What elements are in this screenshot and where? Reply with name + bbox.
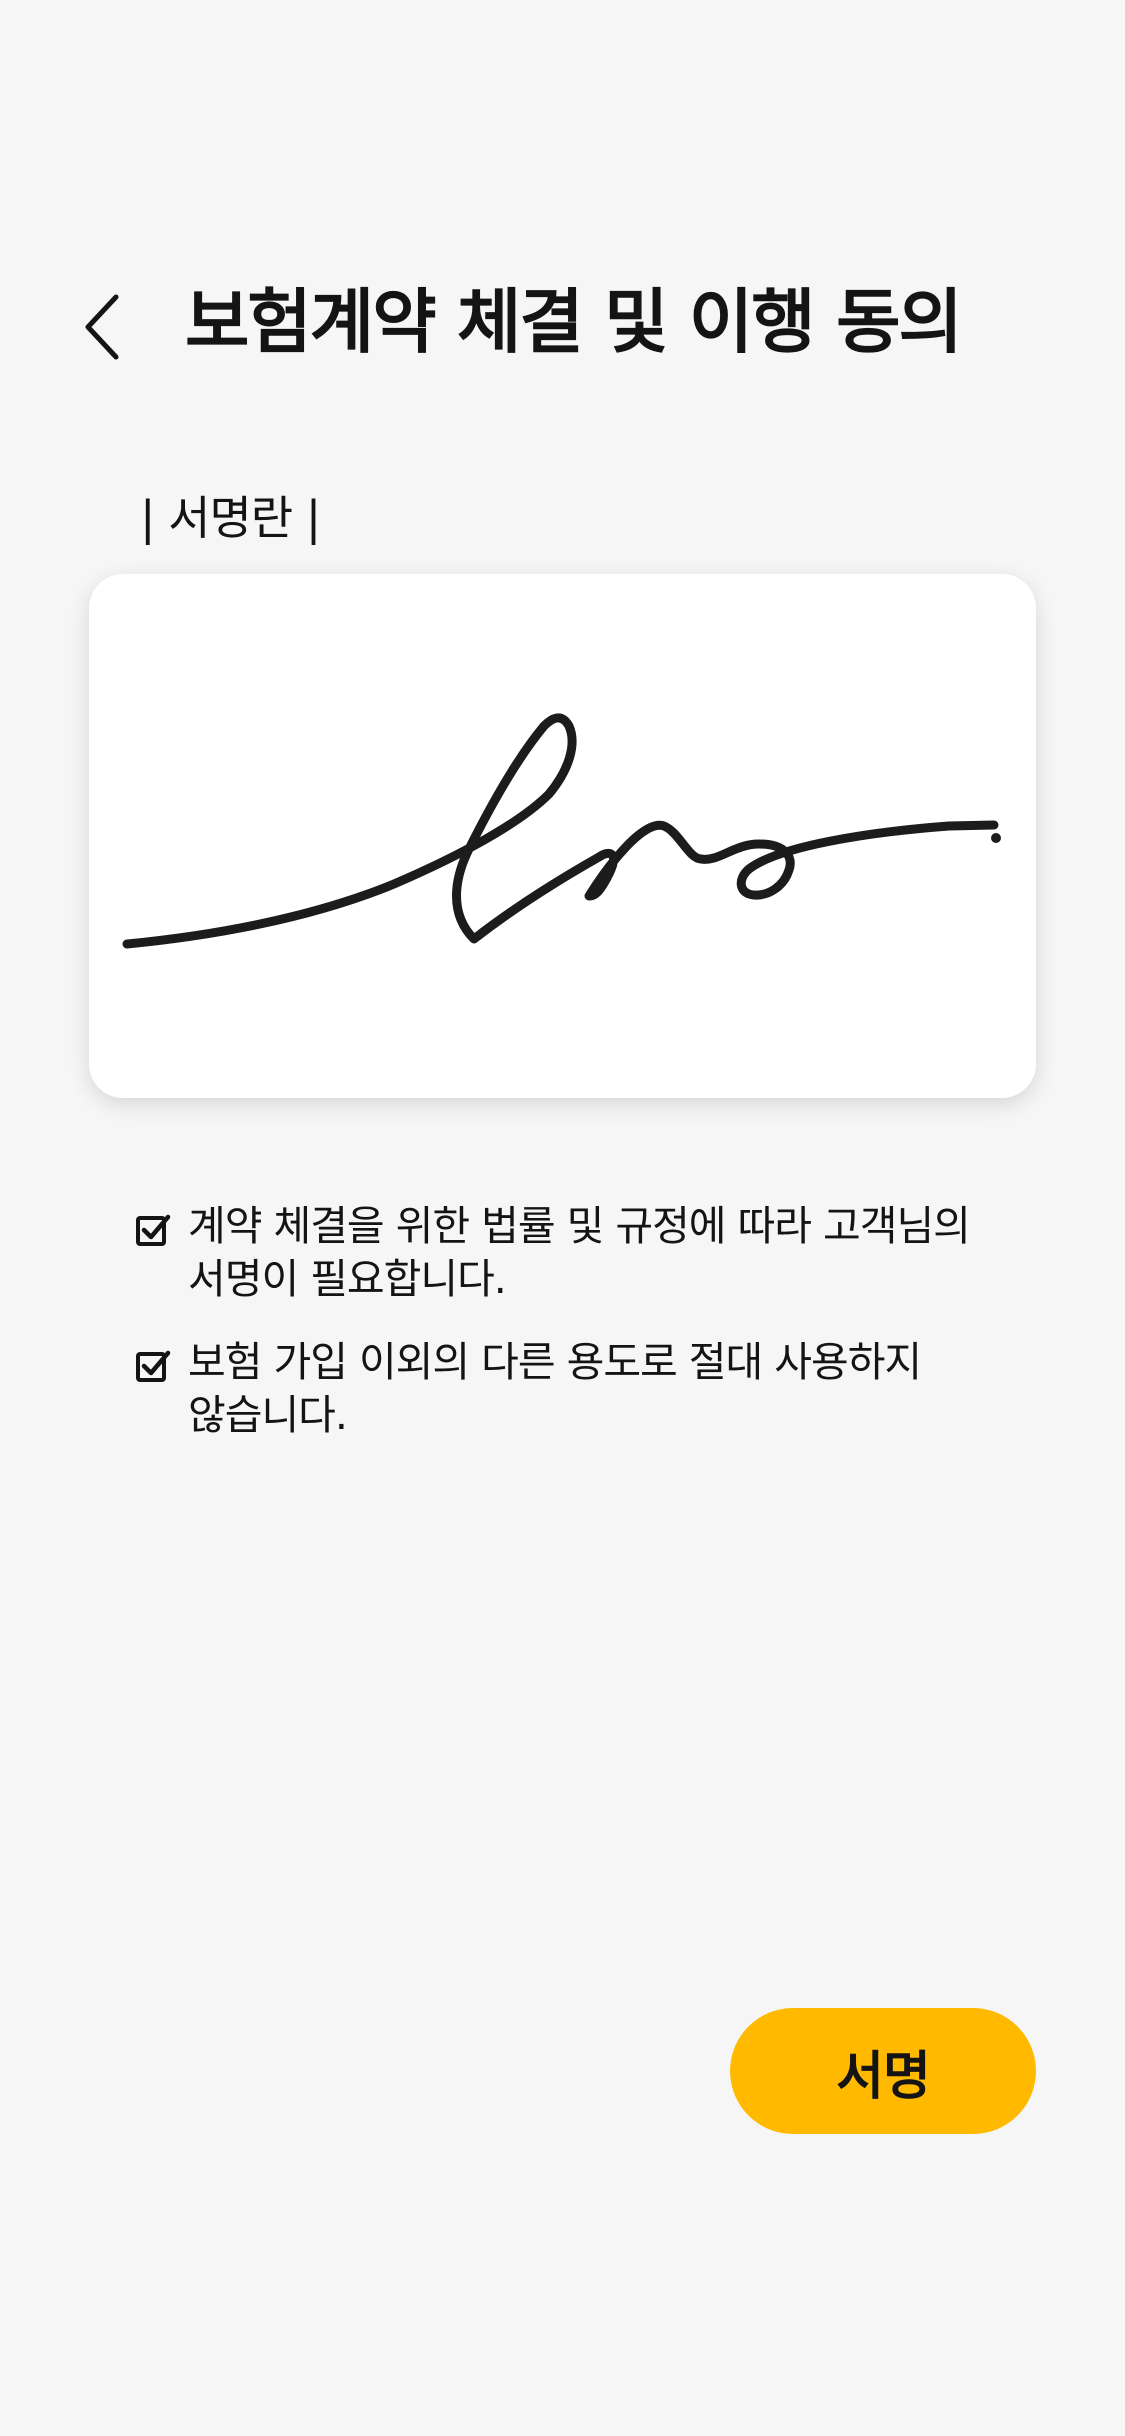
notice-text: 계약 체결을 위한 법률 및 규정에 따라 고객님의 서명이 필요합니다. (188, 1202, 971, 1303)
notice-text: 보험 가입 이외의 다른 용도로 절대 사용하지 않습니다. (188, 1338, 922, 1439)
checkbox-checked-icon (135, 1348, 173, 1386)
back-button[interactable] (72, 285, 142, 365)
signature-drawing (122, 713, 1001, 949)
checkbox-checked-icon (135, 1212, 173, 1250)
signature-label: | 서명란 | (140, 491, 321, 545)
sign-button[interactable]: 서명 (730, 2008, 1036, 2134)
header: 보험계약 체결 및 이행 동의 (0, 250, 1125, 400)
chevron-left-icon (85, 294, 119, 360)
signature-pad[interactable] (89, 574, 1036, 1098)
page-title: 보험계약 체결 및 이행 동의 (185, 281, 963, 363)
